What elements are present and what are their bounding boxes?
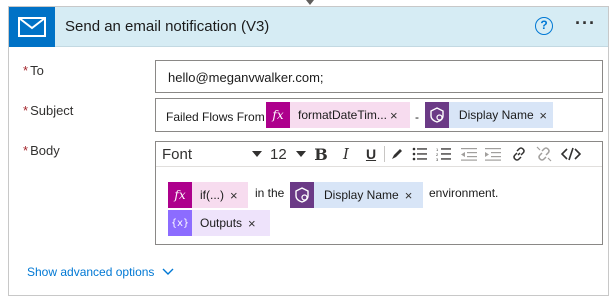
- subject-separator: -: [415, 110, 419, 124]
- token-label: Display Name: [324, 188, 399, 202]
- subject-field[interactable]: Failed Flows From fx formatDateTim... × …: [155, 98, 603, 132]
- subject-prefix-text: Failed Flows From: [166, 110, 265, 124]
- numbered-list-icon[interactable]: 123: [435, 145, 453, 163]
- remove-link-icon[interactable]: [535, 145, 553, 163]
- expression-icon: fx: [168, 182, 192, 208]
- font-size-select[interactable]: 12: [270, 145, 306, 163]
- font-color-icon[interactable]: [388, 145, 406, 163]
- remove-token-icon[interactable]: ×: [230, 188, 244, 203]
- dynamic-content-token[interactable]: Display Name ×: [425, 102, 553, 128]
- action-header[interactable]: Send an email notification (V3) ? ···: [9, 7, 608, 47]
- chevron-down-icon: [296, 151, 306, 157]
- remove-token-icon[interactable]: ×: [405, 188, 419, 203]
- connector-notch: [306, 0, 314, 5]
- token-label: Outputs: [200, 216, 243, 230]
- more-options-button[interactable]: ···: [575, 13, 596, 34]
- dataverse-icon: [425, 102, 449, 128]
- underline-button[interactable]: U: [362, 145, 380, 163]
- to-label: * To: [23, 63, 44, 78]
- show-advanced-options-link[interactable]: Show advanced options: [27, 265, 174, 279]
- rich-text-toolbar: Font 12 B I U 123: [156, 142, 602, 167]
- action-card: Send an email notification (V3) ? ··· * T…: [8, 6, 609, 296]
- remove-token-icon[interactable]: ×: [248, 216, 262, 231]
- code-view-icon[interactable]: [559, 145, 583, 163]
- remove-token-icon[interactable]: ×: [539, 108, 553, 123]
- decrease-indent-icon[interactable]: [460, 145, 478, 163]
- insert-link-icon[interactable]: [510, 145, 528, 163]
- help-button[interactable]: ?: [535, 17, 553, 35]
- dataverse-icon: [290, 182, 314, 208]
- expression-icon: fx: [266, 102, 290, 128]
- toolbar-divider: [384, 146, 385, 162]
- body-text-in-the: in the: [255, 186, 285, 200]
- bold-button[interactable]: B: [313, 145, 329, 164]
- remove-token-icon[interactable]: ×: [390, 108, 404, 123]
- variable-token[interactable]: {x} Outputs ×: [168, 210, 270, 236]
- chevron-down-icon: [252, 151, 262, 157]
- increase-indent-icon[interactable]: [484, 145, 502, 163]
- subject-label: * Subject: [23, 103, 74, 118]
- bullet-list-icon[interactable]: [411, 145, 429, 163]
- action-title: Send an email notification (V3): [65, 18, 270, 35]
- token-label: if(...): [200, 188, 224, 202]
- dynamic-content-token[interactable]: Display Name ×: [290, 182, 423, 208]
- body-editor[interactable]: Font 12 B I U 123 fx if(...) × in the Di…: [155, 141, 603, 245]
- expression-token[interactable]: fx formatDateTim... ×: [266, 102, 410, 128]
- chevron-down-icon: [162, 268, 174, 275]
- italic-button[interactable]: I: [338, 145, 354, 163]
- expression-token[interactable]: fx if(...) ×: [168, 182, 248, 208]
- svg-text:3: 3: [436, 157, 439, 161]
- to-field[interactable]: hello@meganvwalker.com;: [155, 60, 603, 93]
- body-text-environment: environment.: [429, 186, 499, 200]
- token-label: Display Name: [458, 108, 534, 122]
- envelope-icon: [9, 7, 55, 47]
- font-select[interactable]: Font: [162, 145, 262, 163]
- body-label: * Body: [23, 143, 60, 158]
- token-label: formatDateTim...: [298, 108, 387, 122]
- to-value: hello@meganvwalker.com;: [168, 70, 324, 85]
- variable-icon: {x}: [168, 210, 192, 236]
